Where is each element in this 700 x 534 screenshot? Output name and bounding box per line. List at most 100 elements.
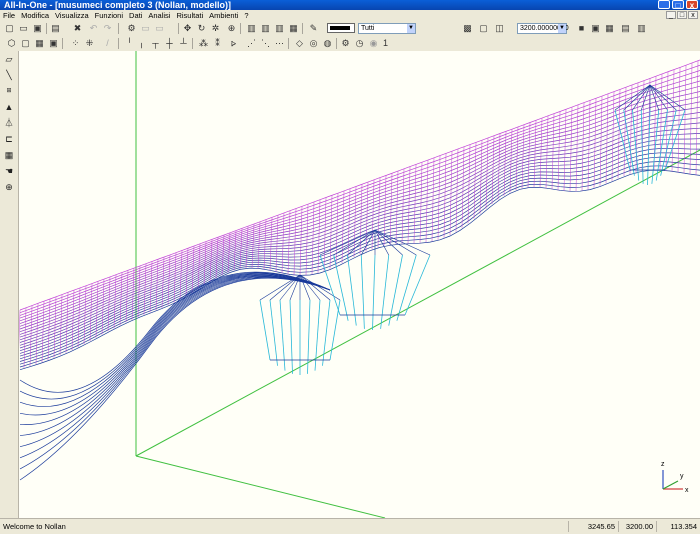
hinge-icon[interactable]: ┼ bbox=[164, 38, 175, 49]
mesh-line bbox=[19, 309, 21, 349]
layers-icon[interactable]: ▣ bbox=[48, 38, 59, 49]
load-icon[interactable]: ┬ bbox=[150, 38, 161, 49]
color-selector[interactable] bbox=[327, 23, 355, 33]
cube-icon[interactable]: ▢ bbox=[20, 38, 31, 49]
pier-line bbox=[259, 299, 271, 361]
move-icon[interactable]: ✥ bbox=[182, 23, 193, 34]
mesh-line bbox=[19, 75, 700, 319]
redo-icon[interactable]: ↷ bbox=[102, 23, 113, 34]
minimize-button[interactable]: _ bbox=[658, 0, 670, 10]
pier-line bbox=[360, 254, 365, 329]
doc-restore-button[interactable]: □ bbox=[677, 11, 687, 19]
menu-help[interactable]: ? bbox=[241, 10, 251, 21]
mesh-line bbox=[19, 117, 700, 341]
node-add-icon[interactable]: ⁜ bbox=[84, 38, 95, 49]
moment-icon[interactable]: ⋰ bbox=[246, 38, 257, 49]
pier-line bbox=[299, 274, 321, 301]
copy-icon[interactable]: ⚙ bbox=[126, 23, 137, 34]
doc-close-button[interactable]: x bbox=[688, 11, 698, 19]
pier-line bbox=[329, 299, 341, 361]
view-z-icon[interactable]: ▥ bbox=[274, 23, 285, 34]
filter-dropdown[interactable]: Tutti ▼ bbox=[358, 23, 416, 34]
menu-funzioni[interactable]: Funzioni bbox=[92, 10, 126, 21]
view-x-icon[interactable]: ▥ bbox=[246, 23, 257, 34]
fill-icon[interactable]: ■ bbox=[576, 23, 587, 34]
save-icon[interactable]: ▣ bbox=[32, 23, 43, 34]
line-tool-icon[interactable]: ╲ bbox=[3, 69, 15, 81]
orbit-icon[interactable]: ✲ bbox=[210, 23, 221, 34]
shade-icon[interactable]: ▤ bbox=[620, 23, 631, 34]
surface-icon[interactable]: ⁑ bbox=[212, 38, 223, 49]
new-icon[interactable]: ▢ bbox=[4, 23, 15, 34]
box-icon[interactable]: ⬡ bbox=[6, 38, 17, 49]
undo-icon[interactable]: ↶ bbox=[88, 23, 99, 34]
axis-icon[interactable]: ┴ bbox=[178, 38, 189, 49]
paste-icon[interactable]: ▭ bbox=[140, 23, 151, 34]
zoom-dropdown[interactable]: 3200.00000000 ▼ bbox=[517, 23, 569, 34]
menu-analisi[interactable]: Analisi bbox=[145, 10, 173, 21]
constraint-icon[interactable]: ⋯ bbox=[274, 38, 285, 49]
box-view-icon[interactable]: ▢ bbox=[478, 23, 489, 34]
support-icon[interactable]: ╷ bbox=[136, 38, 147, 49]
menu-modifica[interactable]: Modifica bbox=[18, 10, 52, 21]
beam-icon[interactable]: ╵ bbox=[124, 38, 135, 49]
render-icon[interactable]: ▩ bbox=[462, 23, 473, 34]
plane-icon[interactable]: ▱ bbox=[3, 53, 15, 65]
bridge-model: z yx bbox=[19, 51, 700, 518]
shape-icon[interactable]: ◇ bbox=[294, 38, 305, 49]
dimension-icon[interactable]: ⊏ bbox=[3, 133, 15, 145]
mesh-icon[interactable]: ⁂ bbox=[198, 38, 209, 49]
grid-icon[interactable]: ▦ bbox=[34, 38, 45, 49]
node-tool-icon[interactable]: ⊞ bbox=[3, 85, 15, 97]
menu-risultati[interactable]: Risultati bbox=[173, 10, 206, 21]
close-button[interactable]: x bbox=[686, 0, 698, 10]
arch-line bbox=[19, 275, 331, 436]
axis-label-y: y bbox=[680, 473, 684, 480]
hand-icon[interactable]: ☚ bbox=[3, 165, 15, 177]
menu-ambienti[interactable]: Ambienti bbox=[206, 10, 241, 21]
axis-label-x: x bbox=[685, 487, 689, 494]
maximize-button[interactable]: □ bbox=[672, 0, 684, 10]
open-icon[interactable]: ▭ bbox=[18, 23, 29, 34]
view-y-icon[interactable]: ▥ bbox=[260, 23, 271, 34]
menu-visualizza[interactable]: Visualizza bbox=[52, 10, 92, 21]
guide-line bbox=[135, 149, 700, 457]
node-icon[interactable]: ⁘ bbox=[70, 38, 81, 49]
magnify-icon[interactable]: ⊕ bbox=[3, 181, 15, 193]
pen-icon[interactable]: ✎ bbox=[308, 23, 319, 34]
solid-icon[interactable]: ▥ bbox=[636, 23, 647, 34]
frame-icon[interactable]: ▣ bbox=[590, 23, 601, 34]
play-icon[interactable]: ◉ bbox=[368, 38, 379, 49]
shell-icon[interactable]: ▲ bbox=[3, 101, 15, 113]
left-toolbar: ▱ ╲ ⊞ ▲ ⏃ ⊏ ▦ ☚ ⊕ bbox=[0, 51, 19, 518]
cube-view-icon[interactable]: ◫ bbox=[494, 23, 505, 34]
axis-y bbox=[662, 480, 679, 490]
line-icon[interactable]: / bbox=[102, 38, 113, 49]
view-3d-icon[interactable]: ▦ bbox=[288, 23, 299, 34]
grid-view-icon[interactable]: ▦ bbox=[604, 23, 615, 34]
frame-3d-icon[interactable]: ◎ bbox=[308, 38, 319, 49]
pier-line bbox=[374, 229, 417, 256]
pier-line bbox=[322, 299, 331, 366]
zoom-icon[interactable]: ⊕ bbox=[226, 23, 237, 34]
sphere-icon[interactable]: ◍ bbox=[322, 38, 333, 49]
force-icon[interactable]: ⦠ bbox=[228, 38, 239, 49]
menu-file[interactable]: File bbox=[0, 10, 18, 21]
mesh-line bbox=[19, 169, 700, 371]
print-icon[interactable]: ▤ bbox=[50, 23, 61, 34]
pier-line bbox=[299, 274, 331, 301]
settings-icon[interactable]: ⚙ bbox=[340, 38, 351, 49]
rotate-icon[interactable]: ↻ bbox=[196, 23, 207, 34]
filter-value: Tutti bbox=[361, 25, 375, 32]
menu-dati[interactable]: Dati bbox=[126, 10, 145, 21]
support-tool-icon[interactable]: ⏃ bbox=[3, 117, 15, 129]
spring-icon[interactable]: ⋱ bbox=[260, 38, 271, 49]
status-bar: Welcome to Nollan 3245.65 3200.00 113.35… bbox=[0, 518, 700, 534]
doc-minimize-button[interactable]: _ bbox=[666, 11, 676, 19]
clock-icon[interactable]: ◷ bbox=[354, 38, 365, 49]
color-swatch bbox=[330, 26, 350, 30]
select-icon[interactable]: ▭ bbox=[154, 23, 165, 34]
cut-icon[interactable]: ✖ bbox=[72, 23, 83, 34]
grid-tool-icon[interactable]: ▦ bbox=[3, 149, 15, 161]
viewport-3d[interactable]: z yx bbox=[19, 51, 700, 518]
